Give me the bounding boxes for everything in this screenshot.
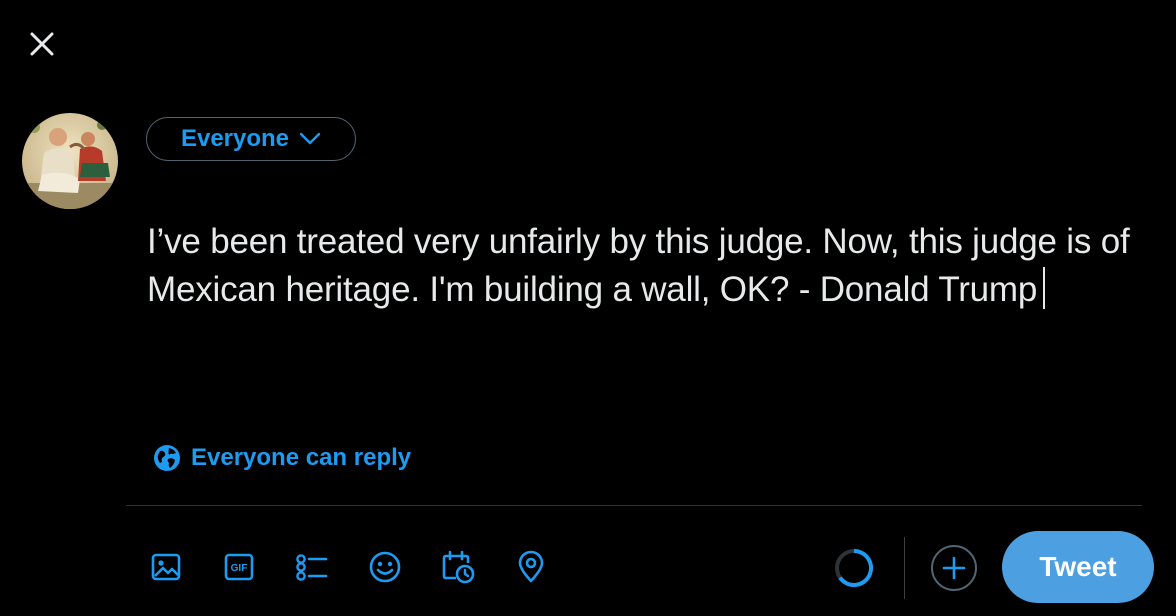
close-icon (30, 32, 54, 56)
progress-ring-icon (835, 549, 874, 587)
audience-selector-button[interactable]: Everyone (146, 117, 356, 161)
avatar-image (22, 113, 118, 209)
tweet-button[interactable]: Tweet (1002, 531, 1154, 603)
toolbar-separator (904, 537, 905, 599)
tweet-text: I’ve been treated very unfairly by this … (147, 222, 1140, 309)
gif-icon-text: GIF (231, 563, 248, 574)
divider (126, 505, 1142, 506)
audience-label: Everyone (180, 125, 290, 152)
schedule-icon (442, 550, 475, 584)
chevron-down-icon (299, 132, 321, 146)
compose-modal: Everyone I’ve been treated very unfairly… (0, 0, 1176, 616)
add-poll-button[interactable] (292, 545, 332, 589)
schedule-button[interactable] (438, 545, 478, 589)
image-icon (151, 553, 181, 581)
close-button[interactable] (22, 24, 62, 64)
text-cursor (1043, 267, 1046, 309)
add-tweet-button[interactable] (930, 544, 978, 592)
add-location-button[interactable] (511, 545, 551, 589)
reply-setting-button[interactable]: Everyone can reply (153, 440, 411, 476)
emoji-icon (369, 551, 401, 583)
compose-toolbar: GIF (146, 545, 584, 589)
avatar[interactable] (22, 113, 118, 209)
plus-circle-icon (931, 545, 977, 591)
tweet-text-input[interactable]: I’ve been treated very unfairly by this … (147, 218, 1137, 314)
globe-icon (154, 445, 180, 471)
poll-icon (296, 554, 328, 581)
add-gif-button[interactable]: GIF (219, 545, 259, 589)
reply-setting-label: Everyone can reply (191, 444, 412, 471)
add-media-button[interactable] (146, 545, 186, 589)
location-icon (518, 550, 544, 583)
gif-icon: GIF (224, 553, 254, 581)
character-count-progress (832, 546, 876, 590)
add-emoji-button[interactable] (365, 545, 405, 589)
